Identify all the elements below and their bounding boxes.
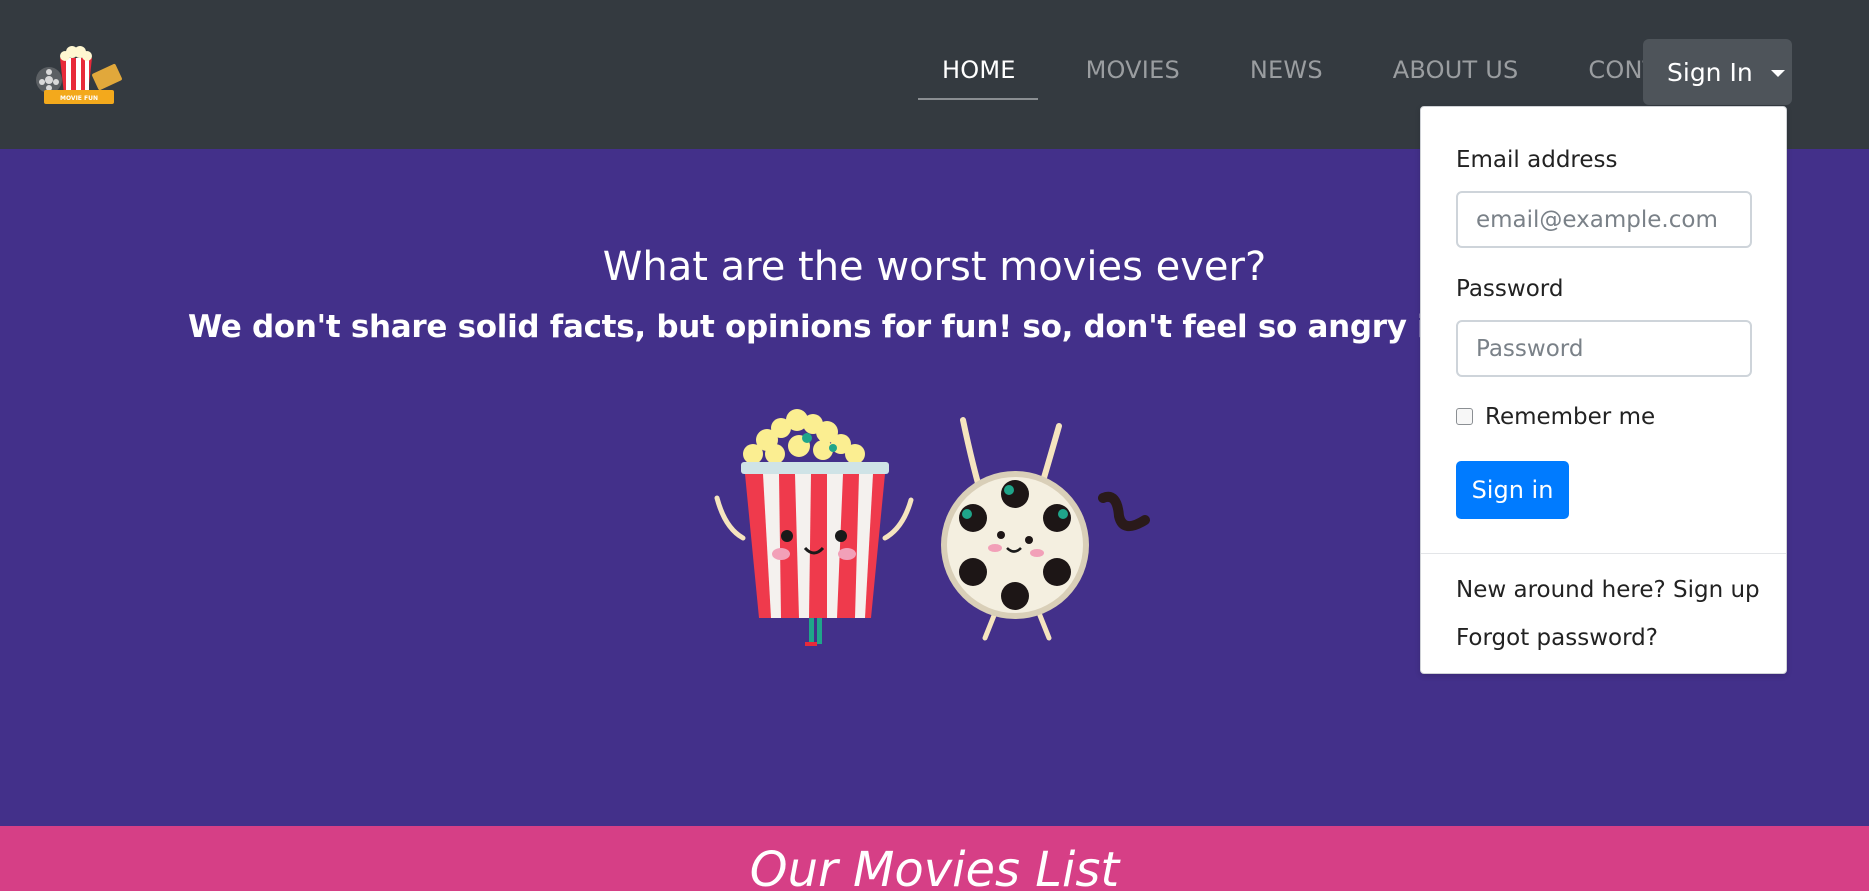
- password-field[interactable]: [1456, 320, 1752, 377]
- popcorn-and-film-reel-illustration: [714, 409, 1150, 646]
- site-logo[interactable]: MOVIE FUN: [34, 44, 126, 108]
- remember-me-label[interactable]: Remember me: [1485, 404, 1655, 430]
- caret-down-icon: [1770, 69, 1785, 77]
- remember-me-checkbox[interactable]: [1456, 408, 1473, 425]
- dropdown-divider: [1421, 553, 1786, 554]
- movies-section-title: Our Movies List: [749, 842, 1120, 891]
- sign-in-toggle-label: Sign In: [1667, 57, 1753, 87]
- svg-text:MOVIE FUN: MOVIE FUN: [60, 95, 98, 102]
- email-field[interactable]: [1456, 191, 1752, 248]
- sign-in-dropdown-toggle[interactable]: Sign In: [1643, 39, 1792, 105]
- movies-section: Our Movies List: [0, 826, 1869, 891]
- password-label: Password: [1456, 276, 1564, 302]
- film-reel-character-icon: [941, 417, 1150, 641]
- sign-up-link[interactable]: New around here? Sign up: [1456, 577, 1760, 603]
- nav-link-about-us[interactable]: ABOUT US: [1369, 56, 1541, 100]
- nav-link-movies[interactable]: MOVIES: [1062, 56, 1202, 100]
- popcorn-character-icon: [714, 409, 914, 646]
- email-label: Email address: [1456, 147, 1618, 173]
- nav-link-home[interactable]: HOME: [918, 56, 1038, 100]
- sign-in-submit-button[interactable]: Sign in: [1456, 461, 1569, 519]
- nav-link-news[interactable]: NEWS: [1226, 56, 1345, 100]
- hero-subtitle: We don't share solid facts, but opinions…: [188, 309, 1488, 345]
- sign-in-dropdown-menu: Email address Password Remember me Sign …: [1420, 106, 1787, 674]
- forgot-password-link[interactable]: Forgot password?: [1456, 625, 1658, 651]
